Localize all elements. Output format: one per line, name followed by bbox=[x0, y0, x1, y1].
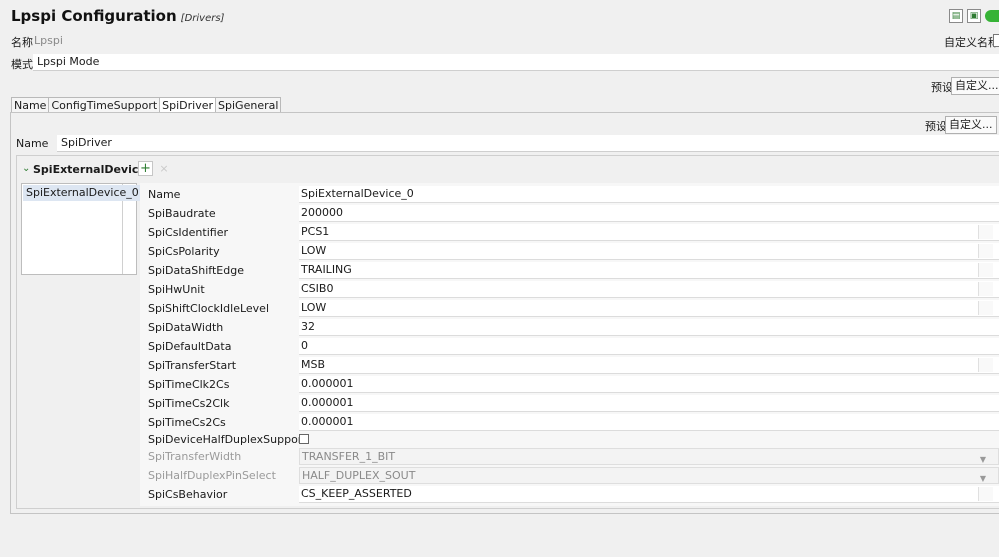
page-subtitle: [Drivers] bbox=[180, 13, 225, 24]
prop-label-transfer-start: SpiTransferStart bbox=[148, 359, 237, 372]
prop-field-cs-identifier[interactable]: PCS1 bbox=[299, 224, 999, 241]
preset-button[interactable]: 自定义... bbox=[951, 77, 999, 95]
enable-toggle[interactable] bbox=[985, 10, 999, 22]
prop-field-time-cs2cs[interactable]: 0.000001 bbox=[299, 414, 999, 431]
driver-preset-button[interactable]: 自定义... bbox=[945, 116, 997, 134]
lock-icon[interactable]: ▣ bbox=[967, 9, 981, 23]
prop-label-data-shift-edge: SpiDataShiftEdge bbox=[148, 264, 244, 277]
prop-field-half-duplex-pin-select: HALF_DUPLEX_SOUT ▼ bbox=[299, 467, 999, 484]
driver-name-field[interactable]: SpiDriver bbox=[57, 135, 999, 152]
prop-field-time-clk2cs[interactable]: 0.000001 bbox=[299, 376, 999, 393]
prop-field-data-shift-edge[interactable]: TRAILING bbox=[299, 262, 999, 279]
mode-field[interactable]: Lpspi Mode bbox=[33, 54, 999, 71]
section-title[interactable]: SpiExternalDevice bbox=[33, 163, 146, 176]
name-value: Lpspi bbox=[34, 34, 63, 47]
prop-field-cs-behavior[interactable]: CS_KEEP_ASSERTED bbox=[299, 486, 999, 503]
prop-label-cs-behavior: SpiCsBehavior bbox=[148, 488, 228, 501]
prop-field-transfer-start[interactable]: MSB bbox=[299, 357, 999, 374]
page-title-text: Lpspi Configuration bbox=[11, 7, 177, 25]
prop-label-data-width: SpiDataWidth bbox=[148, 321, 224, 334]
prop-label-half-duplex-pin-select: SpiHalfDuplexPinSelect bbox=[148, 469, 276, 482]
prop-field-default-data[interactable]: 0 bbox=[299, 338, 999, 355]
dropdown-arrow-icon: ▼ bbox=[979, 474, 986, 483]
prop-field-shift-clock-idle-level[interactable]: LOW bbox=[299, 300, 999, 317]
transfer-width-value: TRANSFER_1_BIT bbox=[302, 450, 396, 463]
prop-field-name[interactable]: SpiExternalDevice_0 bbox=[299, 186, 999, 203]
prop-field-hw-unit[interactable]: CSIB0 bbox=[299, 281, 999, 298]
custom-name-checkbox[interactable] bbox=[993, 34, 999, 47]
page-title: Lpspi Configuration [Drivers] bbox=[11, 7, 224, 25]
prop-label-time-cs2clk: SpiTimeCs2Clk bbox=[148, 397, 230, 410]
remove-device-button[interactable]: × bbox=[157, 161, 171, 176]
half-duplex-support-checkbox[interactable] bbox=[299, 434, 309, 444]
prop-field-transfer-width: TRANSFER_1_BIT ▼ bbox=[299, 448, 999, 465]
prop-field-baudrate[interactable]: 200000 bbox=[299, 205, 999, 222]
dropdown-arrow-icon: ▼ bbox=[979, 455, 986, 464]
prop-label-cs-polarity: SpiCsPolarity bbox=[148, 245, 220, 258]
document-icon[interactable]: ▤ bbox=[949, 9, 963, 23]
prop-label-time-clk2cs: SpiTimeClk2Cs bbox=[148, 378, 230, 391]
prop-field-data-width[interactable]: 32 bbox=[299, 319, 999, 336]
prop-label-name: Name bbox=[148, 188, 181, 201]
mode-label: 模式 bbox=[11, 58, 33, 71]
prop-label-baudrate: SpiBaudrate bbox=[148, 207, 216, 220]
toolbar: ▤ ▣ bbox=[949, 9, 999, 23]
prop-label-half-duplex-support: SpiDeviceHalfDuplexSupport bbox=[148, 433, 307, 446]
driver-name-label: Name bbox=[16, 137, 49, 150]
prop-field-cs-polarity[interactable]: LOW bbox=[299, 243, 999, 260]
driver-preset-label: 预设 bbox=[925, 120, 947, 133]
list-item[interactable]: SpiExternalDevice_0 bbox=[23, 185, 142, 201]
prop-label-time-cs2cs: SpiTimeCs2Cs bbox=[148, 416, 226, 429]
prop-field-time-cs2clk[interactable]: 0.000001 bbox=[299, 395, 999, 412]
prop-label-shift-clock-idle-level: SpiShiftClockIdleLevel bbox=[148, 302, 269, 315]
chevron-down-icon[interactable]: ⌄ bbox=[22, 163, 30, 174]
preset-label: 预设 bbox=[931, 81, 953, 94]
custom-name-label: 自定义名称 bbox=[944, 36, 999, 49]
prop-label-cs-identifier: SpiCsIdentifier bbox=[148, 226, 228, 239]
name-label: 名称 bbox=[11, 36, 33, 49]
half-duplex-pin-value: HALF_DUPLEX_SOUT bbox=[302, 469, 416, 482]
add-device-button[interactable]: + bbox=[138, 161, 153, 176]
device-list: SpiExternalDevice_0 bbox=[21, 183, 142, 275]
prop-label-hw-unit: SpiHwUnit bbox=[148, 283, 205, 296]
prop-label-transfer-width: SpiTransferWidth bbox=[148, 450, 242, 463]
prop-label-default-data: SpiDefaultData bbox=[148, 340, 232, 353]
